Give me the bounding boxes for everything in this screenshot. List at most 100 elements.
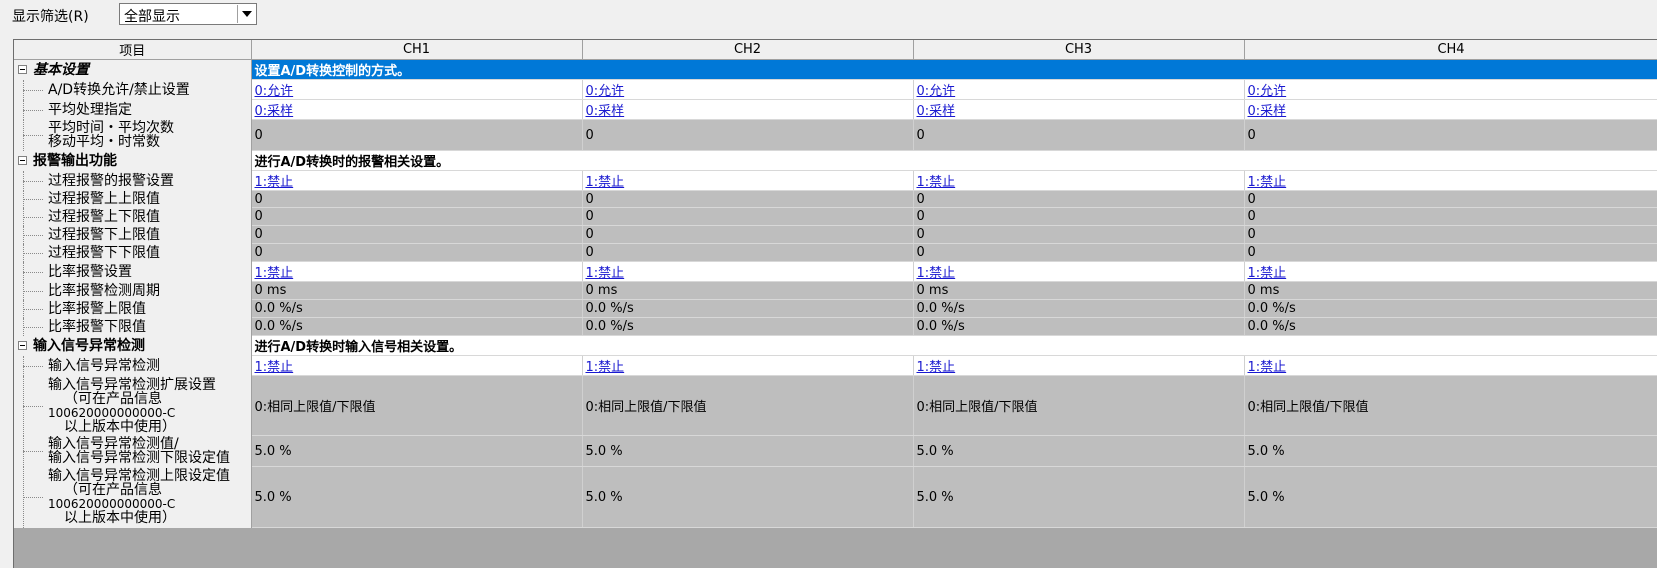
table-row: 比率报警设置 1:禁止 1:禁止 1:禁止 1:禁止	[14, 261, 1657, 282]
ch3-value[interactable]: 0	[913, 190, 1245, 208]
ch4-value[interactable]: 0	[1244, 243, 1657, 262]
section-header[interactable]: 输入信号异常检测	[14, 335, 252, 356]
parameter-name-cell: 过程报警下上限值	[14, 225, 252, 244]
parameter-name-cell: 输入信号异常检测值/输入信号异常检测下限设定值	[14, 435, 252, 467]
ch3-value[interactable]: 0.0 %/s	[913, 317, 1245, 336]
section-row: 输入信号异常检测 进行A/D转换时输入信号相关设置。	[14, 335, 1657, 356]
ch4-value[interactable]: 0:采样	[1244, 99, 1657, 120]
section-title: 报警输出功能	[33, 152, 117, 169]
ch3-value[interactable]: 0.0 %/s	[913, 299, 1245, 318]
section-row: 报警输出功能 进行A/D转换时的报警相关设置。	[14, 150, 1657, 171]
ch4-value[interactable]: 0	[1244, 225, 1657, 244]
ch1-value[interactable]: 0	[251, 243, 583, 262]
ch3-value[interactable]: 0:采样	[913, 99, 1245, 120]
table-row: 输入信号异常检测值/输入信号异常检测下限设定值 5.0 % 5.0 % 5.0 % 5.…	[14, 435, 1657, 467]
parameter-name-cell: 比率报警下限值	[14, 317, 252, 336]
parameter-name-cell: 输入信号异常检测扩展设置 （可在产品信息 100620000000000-C 以上版本…	[14, 375, 252, 436]
ch2-value[interactable]: 1:禁止	[582, 355, 914, 376]
ch2-value[interactable]: 0:相同上限值/下限值	[582, 375, 914, 436]
column-header-ch3: CH3	[913, 40, 1245, 60]
ch4-value[interactable]: 0	[1244, 119, 1657, 151]
ch1-value[interactable]: 0	[251, 119, 583, 151]
parameter-name: 过程报警上下限值	[14, 210, 250, 224]
ch2-value[interactable]: 0	[582, 119, 914, 151]
ch1-value[interactable]: 0	[251, 190, 583, 208]
ch1-value[interactable]: 0	[251, 207, 583, 226]
collapse-icon[interactable]	[18, 156, 27, 165]
ch1-value[interactable]: 5.0 %	[251, 466, 583, 528]
ch4-value[interactable]: 0 ms	[1244, 281, 1657, 300]
collapse-icon[interactable]	[18, 65, 27, 75]
parameter-name: 输入信号异常检测值/输入信号异常检测下限设定值	[14, 437, 250, 465]
ch3-value[interactable]: 0 ms	[913, 281, 1245, 300]
ch3-value[interactable]: 1:禁止	[913, 261, 1245, 282]
ch1-value[interactable]: 0.0 %/s	[251, 299, 583, 318]
ch2-value[interactable]: 5.0 %	[582, 466, 914, 528]
ch2-value[interactable]: 0.0 %/s	[582, 317, 914, 336]
parameter-name-cell: 比率报警设置	[14, 261, 252, 282]
filter-label: 显示筛选(R)	[12, 9, 89, 25]
parameter-name: 比率报警上限值	[14, 302, 250, 316]
filter-dropdown[interactable]: 全部显示	[119, 3, 257, 25]
ch3-value[interactable]: 0:允许	[913, 79, 1245, 100]
ch3-value[interactable]: 1:禁止	[913, 355, 1245, 376]
section-description: 进行A/D转换时输入信号相关设置。	[251, 335, 1657, 356]
ch3-value[interactable]: 0	[913, 119, 1245, 151]
ch4-value[interactable]: 1:禁止	[1244, 170, 1657, 191]
ch4-value[interactable]: 5.0 %	[1244, 466, 1657, 528]
ch2-value[interactable]: 0.0 %/s	[582, 299, 914, 318]
ch2-value[interactable]: 0	[582, 243, 914, 262]
ch2-value[interactable]: 0:采样	[582, 99, 914, 120]
ch1-value[interactable]: 1:禁止	[251, 355, 583, 376]
ch4-value[interactable]: 0.0 %/s	[1244, 317, 1657, 336]
collapse-icon[interactable]	[18, 341, 27, 350]
ch1-value[interactable]: 1:禁止	[251, 170, 583, 191]
ch3-value[interactable]: 0	[913, 243, 1245, 262]
table-row: A/D转换允许/禁止设置 0:允许 0:允许 0:允许 0:允许	[14, 79, 1657, 100]
ch3-value[interactable]: 0	[913, 207, 1245, 226]
table-row: 过程报警的报警设置 1:禁止 1:禁止 1:禁止 1:禁止	[14, 170, 1657, 191]
ch3-value[interactable]: 0	[913, 225, 1245, 244]
ch4-value[interactable]: 1:禁止	[1244, 261, 1657, 282]
ch4-value[interactable]: 0:相同上限值/下限值	[1244, 375, 1657, 436]
parameter-name-cell: 输入信号异常检测上限设定值 （可在产品信息 100620000000000-C 以上版…	[14, 466, 252, 528]
ch1-value[interactable]: 0:采样	[251, 99, 583, 120]
parameter-name: 平均时间・平均次数 移动平均・时常数	[14, 121, 250, 149]
ch1-value[interactable]: 0:允许	[251, 79, 583, 100]
ch2-value[interactable]: 0 ms	[582, 281, 914, 300]
parameter-name-cell: 过程报警上上限值	[14, 190, 252, 208]
ch1-value[interactable]: 1:禁止	[251, 261, 583, 282]
section-header[interactable]: 报警输出功能	[14, 150, 252, 171]
ch1-value[interactable]: 5.0 %	[251, 435, 583, 467]
ch2-value[interactable]: 0	[582, 207, 914, 226]
ch4-value[interactable]: 0	[1244, 207, 1657, 226]
ch3-value[interactable]: 5.0 %	[913, 435, 1245, 467]
ch1-value[interactable]: 0 ms	[251, 281, 583, 300]
table-row: 比率报警下限值 0.0 %/s 0.0 %/s 0.0 %/s 0.0 %/s	[14, 317, 1657, 336]
parameter-name: 输入信号异常检测上限设定值 （可在产品信息 100620000000000-C 以上版…	[14, 469, 250, 525]
ch4-value[interactable]: 0:允许	[1244, 79, 1657, 100]
ch2-value[interactable]: 1:禁止	[582, 170, 914, 191]
parameter-name-cell: 平均时间・平均次数 移动平均・时常数	[14, 119, 252, 151]
ch2-value[interactable]: 0	[582, 225, 914, 244]
ch4-value[interactable]: 5.0 %	[1244, 435, 1657, 467]
ch1-value[interactable]: 0	[251, 225, 583, 244]
ch2-value[interactable]: 0:允许	[582, 79, 914, 100]
ch3-value[interactable]: 0:相同上限值/下限值	[913, 375, 1245, 436]
ch2-value[interactable]: 5.0 %	[582, 435, 914, 467]
filter-dropdown-value: 全部显示	[124, 9, 180, 25]
ch3-value[interactable]: 5.0 %	[913, 466, 1245, 528]
section-header[interactable]: 基本设置	[14, 59, 252, 80]
ch2-value[interactable]: 0	[582, 190, 914, 208]
ch1-value[interactable]: 0.0 %/s	[251, 317, 583, 336]
ch3-value[interactable]: 1:禁止	[913, 170, 1245, 191]
ch4-value[interactable]: 0.0 %/s	[1244, 299, 1657, 318]
parameter-name-cell: 过程报警的报警设置	[14, 170, 252, 191]
ch2-value[interactable]: 1:禁止	[582, 261, 914, 282]
ch4-value[interactable]: 0	[1244, 190, 1657, 208]
chevron-down-icon[interactable]	[237, 5, 255, 23]
parameter-name-cell: 过程报警上下限值	[14, 207, 252, 226]
ch4-value[interactable]: 1:禁止	[1244, 355, 1657, 376]
ch1-value[interactable]: 0:相同上限值/下限值	[251, 375, 583, 436]
table-row: 输入信号异常检测扩展设置 （可在产品信息 100620000000000-C 以上版本…	[14, 375, 1657, 436]
